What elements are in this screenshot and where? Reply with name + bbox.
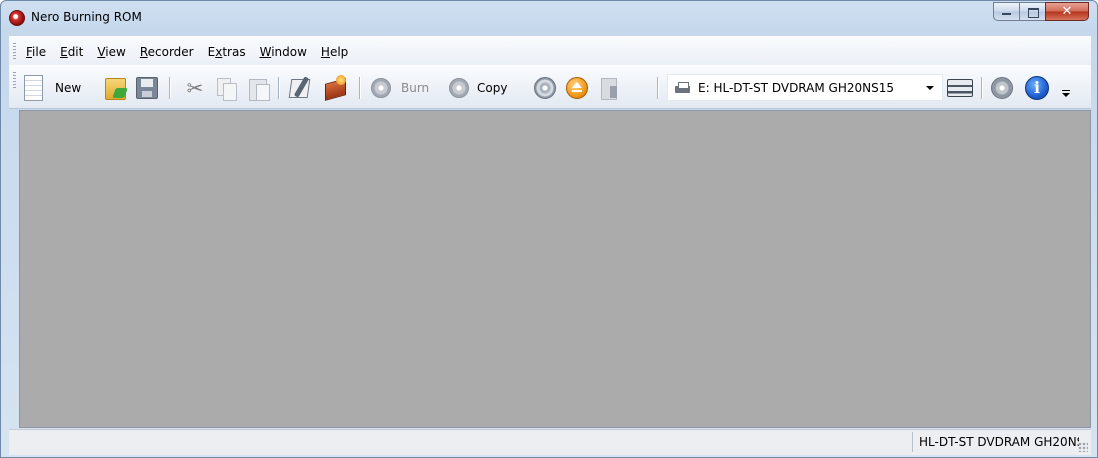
- burn-button[interactable]: Burn: [371, 75, 429, 101]
- burn-compilation-button[interactable]: [322, 75, 348, 101]
- toolbar-overflow-button[interactable]: [1059, 77, 1073, 103]
- status-drive: HL-DT-ST DVDRAM GH20NS15: [912, 432, 1079, 452]
- open-folder-icon: [104, 76, 128, 100]
- menu-mnemonic: R: [139, 45, 148, 59]
- recorder-value: E: HL-DT-ST DVDRAM GH20NS15: [698, 80, 894, 95]
- menu-mnemonic: E: [60, 45, 68, 59]
- chevron-down-icon[interactable]: [926, 86, 934, 90]
- menu-recorder[interactable]: Recorder: [139, 45, 195, 59]
- paste-button[interactable]: [247, 75, 270, 101]
- caption-buttons: ✕: [993, 2, 1089, 21]
- menu-label-part: elp: [329, 45, 349, 59]
- choose-recorder-button[interactable]: [947, 75, 973, 101]
- menu-label-part: indow: [271, 45, 307, 59]
- menu-label-part: dit: [67, 45, 84, 59]
- menu-help[interactable]: Help: [320, 45, 349, 59]
- app-window: Nero Burning ROM ✕ File Edit View Recorder E…: [0, 0, 1098, 458]
- menu-view[interactable]: View: [96, 45, 126, 59]
- recorder-select[interactable]: E: HL-DT-ST DVDRAM GH20NS15: [667, 74, 943, 101]
- disc-info-button[interactable]: [534, 75, 556, 101]
- cut-button[interactable]: ✂: [184, 75, 206, 101]
- copy-clipboard-button[interactable]: [215, 75, 237, 101]
- menu-label-part: ile: [32, 45, 47, 59]
- recorder-printer-icon: [675, 81, 690, 94]
- menu-bar: File Edit View Recorder Extras Window Help: [9, 35, 1091, 66]
- minimize-icon: [1002, 13, 1011, 15]
- maximize-button[interactable]: [1019, 2, 1045, 21]
- eject-icon: [566, 77, 588, 99]
- menu-label-part: tras: [222, 45, 246, 59]
- info-icon: i: [1025, 76, 1049, 100]
- drive-icon: [947, 79, 973, 97]
- toolbar: New ✂ Burn Copy E: HL-DT-ST DVDRAM GH20N…: [9, 65, 1091, 109]
- copy-label: Copy: [477, 81, 508, 95]
- save-disk-icon: [136, 77, 158, 99]
- open-button[interactable]: [104, 75, 128, 101]
- menu-mnemonic: H: [320, 45, 330, 59]
- close-button[interactable]: ✕: [1045, 2, 1089, 21]
- toolbar-separator: [981, 77, 982, 99]
- menu-label-part: ecorder: [147, 45, 194, 59]
- minimize-button[interactable]: [993, 2, 1019, 21]
- nero-app-icon[interactable]: [9, 10, 25, 26]
- eject-button[interactable]: [566, 75, 588, 101]
- menu-file[interactable]: File: [25, 45, 47, 59]
- status-bar: HL-DT-ST DVDRAM GH20NS15: [9, 429, 1091, 455]
- toolbar-grip[interactable]: [13, 72, 16, 90]
- erase-button[interactable]: [599, 75, 619, 101]
- compilation-icon: [289, 76, 313, 100]
- title-bar[interactable]: Nero Burning ROM ✕: [1, 1, 1097, 35]
- burn-box-icon: [322, 75, 348, 101]
- erase-icon: [599, 76, 619, 100]
- new-label: New: [55, 81, 82, 95]
- save-button[interactable]: [136, 75, 158, 101]
- toolbar-separator: [278, 77, 279, 99]
- toolbar-separator: [359, 77, 360, 99]
- copy-icon: [215, 76, 237, 101]
- toolbar-separator: [657, 77, 658, 99]
- disc-info-icon: [991, 77, 1013, 99]
- maximize-icon: [1028, 8, 1039, 18]
- menubar-grip[interactable]: [13, 43, 16, 61]
- disc-info-2-button[interactable]: [991, 75, 1013, 101]
- menu-extras[interactable]: Extras: [207, 45, 247, 59]
- info-button[interactable]: i: [1025, 75, 1049, 101]
- menu-mnemonic: W: [259, 45, 272, 59]
- menu-items: File Edit View Recorder Extras Window Help: [25, 45, 361, 59]
- copy-disc-icon: [449, 78, 469, 98]
- menu-label-part: iew: [105, 45, 126, 59]
- toolbar-separator: [169, 77, 170, 99]
- resize-grip[interactable]: [1078, 442, 1088, 452]
- compilation-button[interactable]: [289, 75, 313, 101]
- menu-window[interactable]: Window: [259, 45, 308, 59]
- scissors-icon: ✂: [186, 76, 204, 100]
- close-icon: ✕: [1061, 4, 1073, 19]
- disc-icon: [534, 77, 556, 99]
- paste-icon: [247, 76, 270, 101]
- new-button[interactable]: New: [23, 75, 81, 101]
- copy-disc-button[interactable]: Copy: [449, 75, 507, 101]
- menu-edit[interactable]: Edit: [59, 45, 84, 59]
- burn-disc-icon: [371, 78, 391, 98]
- new-document-icon: [23, 75, 43, 101]
- window-title: Nero Burning ROM: [31, 10, 142, 24]
- mdi-workspace[interactable]: [19, 110, 1091, 428]
- burn-label: Burn: [401, 81, 430, 95]
